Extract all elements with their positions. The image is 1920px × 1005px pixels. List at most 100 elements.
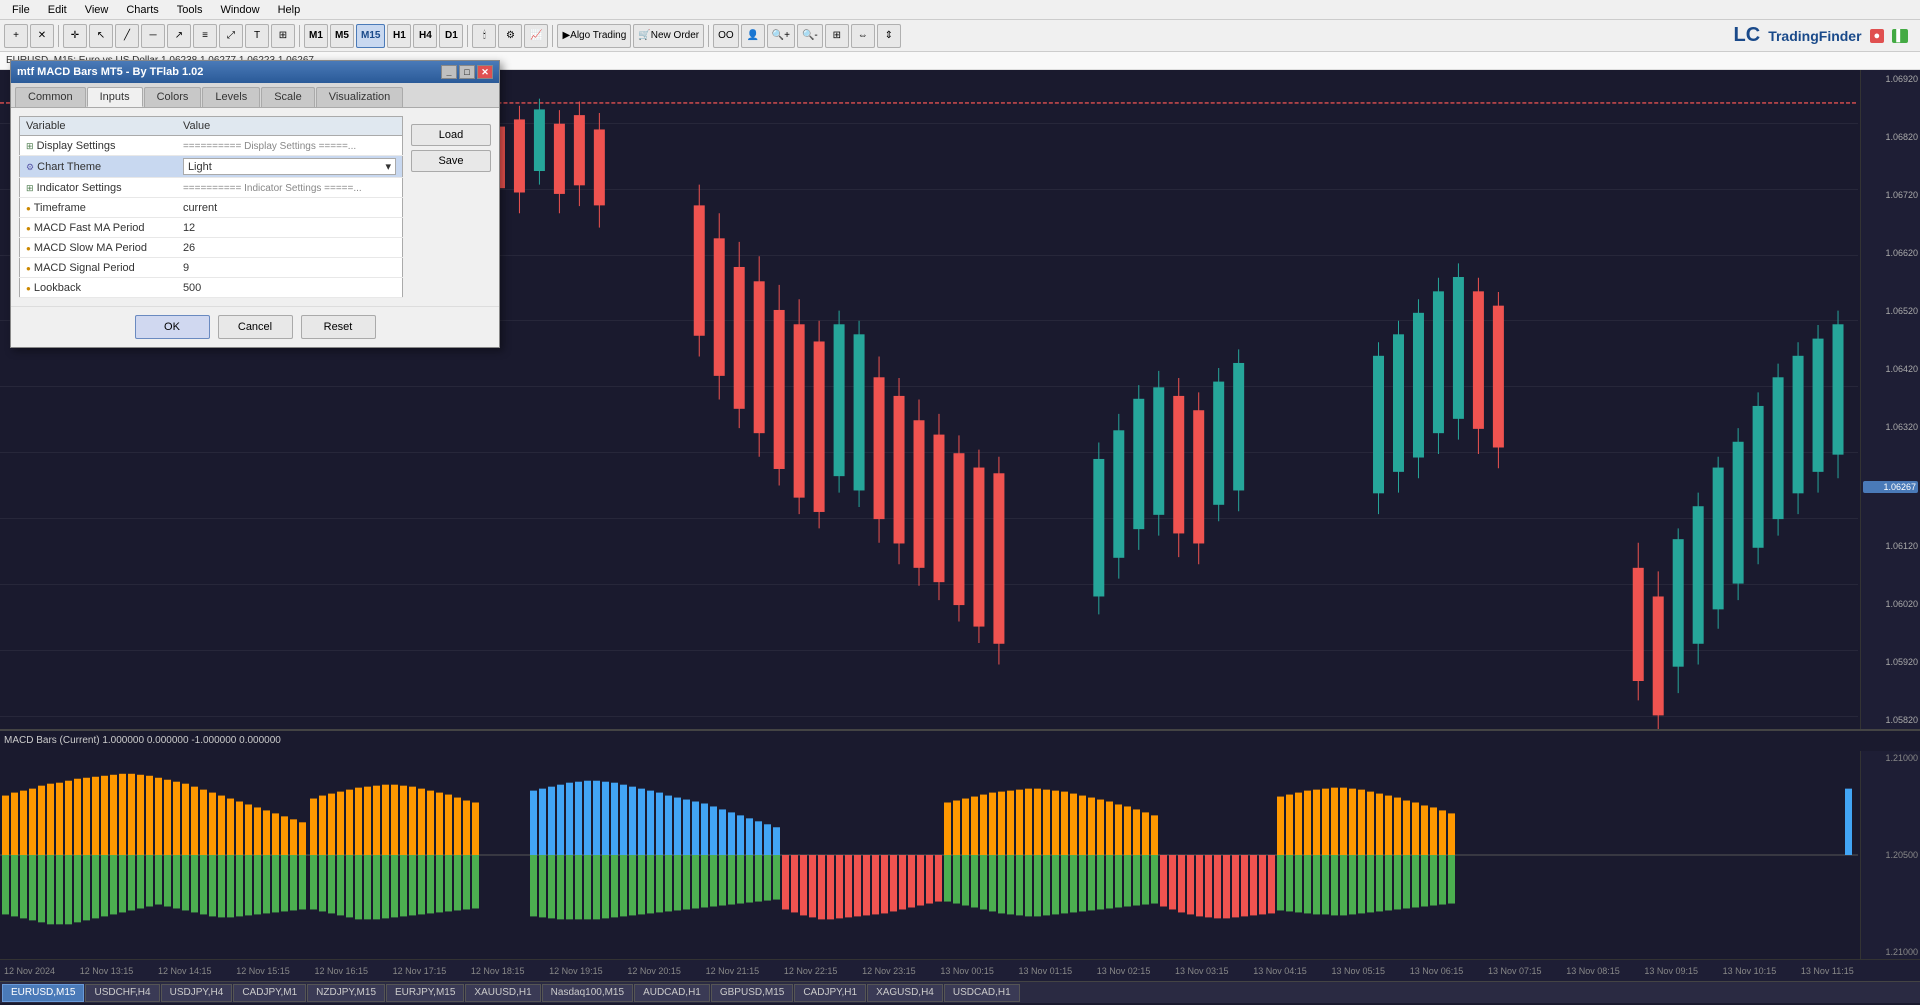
theme-dropdown[interactable]: Light ▾: [183, 158, 396, 175]
var-cell-lookback: ● Lookback: [20, 278, 177, 298]
tab-cadjpy-m1[interactable]: CADJPY,M1: [233, 984, 306, 1002]
val-cell: ========== Display Settings =====...: [177, 136, 403, 156]
price-level: 1.06820: [1863, 132, 1918, 142]
col-value: Value: [177, 117, 403, 136]
menu-window[interactable]: Window: [212, 2, 267, 18]
time-label: 12 Nov 22:15: [784, 966, 838, 976]
dialog-maximize-btn[interactable]: □: [459, 65, 475, 79]
price-level: 1.06620: [1863, 248, 1918, 258]
col-variable: Variable: [20, 117, 177, 136]
one-click-btn[interactable]: OO: [713, 24, 739, 48]
dialog-tab-common[interactable]: Common: [15, 87, 86, 107]
tab-usdchf-h4[interactable]: USDCHF,H4: [85, 984, 159, 1002]
shapes-btn[interactable]: ⊞: [271, 24, 295, 48]
fibonacci-btn[interactable]: ⤢: [219, 24, 243, 48]
dialog-close-btn[interactable]: ✕: [477, 65, 493, 79]
settings-dialog[interactable]: mtf MACD Bars MT5 - By TFlab 1.02 _ □ ✕ …: [10, 60, 500, 348]
macd-panel: MACD Bars (Current) 1.000000 0.000000 -1…: [0, 729, 1920, 959]
tab-eurjpy-m15[interactable]: EURJPY,M15: [386, 984, 464, 1002]
scroll-btn[interactable]: ⇔: [851, 24, 875, 48]
table-row-timeframe[interactable]: ● Timeframe current: [20, 198, 403, 218]
chart-type-btn[interactable]: 🕯: [472, 24, 496, 48]
macd-svg: [0, 751, 1858, 959]
new-order-btn[interactable]: 🛒 New Order: [633, 24, 704, 48]
account-btn[interactable]: 👤: [741, 24, 765, 48]
menu-tools[interactable]: Tools: [169, 2, 211, 18]
table-row-slow[interactable]: ● MACD Slow MA Period 26: [20, 238, 403, 258]
dialog-tab-scale[interactable]: Scale: [261, 87, 315, 107]
dialog-tab-levels[interactable]: Levels: [202, 87, 260, 107]
tf-m1-btn[interactable]: M1: [304, 24, 328, 48]
tf-m15-btn[interactable]: M15: [356, 24, 385, 48]
load-button[interactable]: Load: [411, 124, 491, 146]
table-row: ⊞ Indicator Settings ========== Indicato…: [20, 178, 403, 198]
dialog-tab-colors[interactable]: Colors: [144, 87, 202, 107]
var-cell-slow: ● MACD Slow MA Period: [20, 238, 177, 258]
reset-button[interactable]: Reset: [301, 315, 376, 339]
menu-edit[interactable]: Edit: [40, 2, 75, 18]
sep-5: [708, 25, 709, 47]
tab-gbpusd-m15[interactable]: GBPUSD,M15: [711, 984, 793, 1002]
tf-h4-btn[interactable]: H4: [413, 24, 437, 48]
cancel-button[interactable]: Cancel: [218, 315, 293, 339]
hline-btn[interactable]: ─: [141, 24, 165, 48]
autoscroll-btn[interactable]: ⇕: [877, 24, 901, 48]
menu-view[interactable]: View: [77, 2, 117, 18]
menu-file[interactable]: File: [4, 2, 38, 18]
menu-bar: File Edit View Charts Tools Window Help: [0, 0, 1920, 20]
time-label: 13 Nov 07:15: [1488, 966, 1542, 976]
new-chart-btn[interactable]: +: [4, 24, 28, 48]
chart-props-btn[interactable]: ⚙: [498, 24, 522, 48]
text-btn[interactable]: T: [245, 24, 269, 48]
time-label: 12 Nov 23:15: [862, 966, 916, 976]
tab-usdjpy-h4[interactable]: USDJPY,H4: [161, 984, 233, 1002]
dialog-tab-visualization[interactable]: Visualization: [316, 87, 404, 107]
dialog-title: mtf MACD Bars MT5 - By TFlab 1.02: [17, 66, 439, 78]
val-cell-theme[interactable]: Light ▾: [177, 156, 403, 178]
channel-btn[interactable]: ≡: [193, 24, 217, 48]
algo-trading-btn[interactable]: ▶ Algo Trading: [557, 24, 631, 48]
zoom-in-btn[interactable]: 🔍+: [767, 24, 795, 48]
tab-xagusd-h4[interactable]: XAGUSD,H4: [867, 984, 943, 1002]
line-btn[interactable]: ╱: [115, 24, 139, 48]
tab-usdcad-h1[interactable]: USDCAD,H1: [944, 984, 1020, 1002]
close-chart-btn[interactable]: ✕: [30, 24, 54, 48]
val-cell: ========== Indicator Settings =====...: [177, 178, 403, 198]
tf-m5-btn[interactable]: M5: [330, 24, 354, 48]
table-row-lookback[interactable]: ● Lookback 500: [20, 278, 403, 298]
zoom-out-btn[interactable]: 🔍-: [797, 24, 823, 48]
indicator-btn[interactable]: 📈: [524, 24, 548, 48]
time-label: 13 Nov 10:15: [1723, 966, 1777, 976]
table-row-chart-theme[interactable]: ⚙ Chart Theme Light ▾: [20, 156, 403, 178]
tab-nzdjpy-m15[interactable]: NZDJPY,M15: [307, 984, 385, 1002]
table-row-fast[interactable]: ● MACD Fast MA Period 12: [20, 218, 403, 238]
dialog-titlebar: mtf MACD Bars MT5 - By TFlab 1.02 _ □ ✕: [11, 61, 499, 83]
time-label: 12 Nov 2024: [4, 966, 55, 976]
time-label: 13 Nov 03:15: [1175, 966, 1229, 976]
time-label: 13 Nov 00:15: [940, 966, 994, 976]
menu-help[interactable]: Help: [270, 2, 309, 18]
ok-button[interactable]: OK: [135, 315, 210, 339]
val-cell-timeframe: current: [177, 198, 403, 218]
grid-btn[interactable]: ⊞: [825, 24, 849, 48]
table-row-signal[interactable]: ● MACD Signal Period 9: [20, 258, 403, 278]
save-button[interactable]: Save: [411, 150, 491, 172]
tab-nasdaq-m15[interactable]: Nasdaq100,M15: [542, 984, 633, 1002]
tab-audcad-h1[interactable]: AUDCAD,H1: [634, 984, 710, 1002]
current-price-level: 1.06267: [1863, 481, 1918, 493]
tf-h1-btn[interactable]: H1: [387, 24, 411, 48]
trendline-btn[interactable]: ↗: [167, 24, 191, 48]
dialog-tab-inputs[interactable]: Inputs: [87, 87, 143, 107]
arrow-btn[interactable]: ↖: [89, 24, 113, 48]
menu-charts[interactable]: Charts: [118, 2, 166, 18]
sep-2: [299, 25, 300, 47]
tab-xauusd-h1[interactable]: XAUUSD,H1: [465, 984, 540, 1002]
price-level: 1.05920: [1863, 657, 1918, 667]
tab-cadjpy-h1[interactable]: CADJPY,H1: [794, 984, 866, 1002]
val-cell-lookback: 500: [177, 278, 403, 298]
dialog-minimize-btn[interactable]: _: [441, 65, 457, 79]
price-level: 1.06420: [1863, 364, 1918, 374]
crosshair-btn[interactable]: ✛: [63, 24, 87, 48]
tab-eurusd-m15[interactable]: EURUSD,M15: [2, 984, 84, 1002]
tf-d1-btn[interactable]: D1: [439, 24, 463, 48]
